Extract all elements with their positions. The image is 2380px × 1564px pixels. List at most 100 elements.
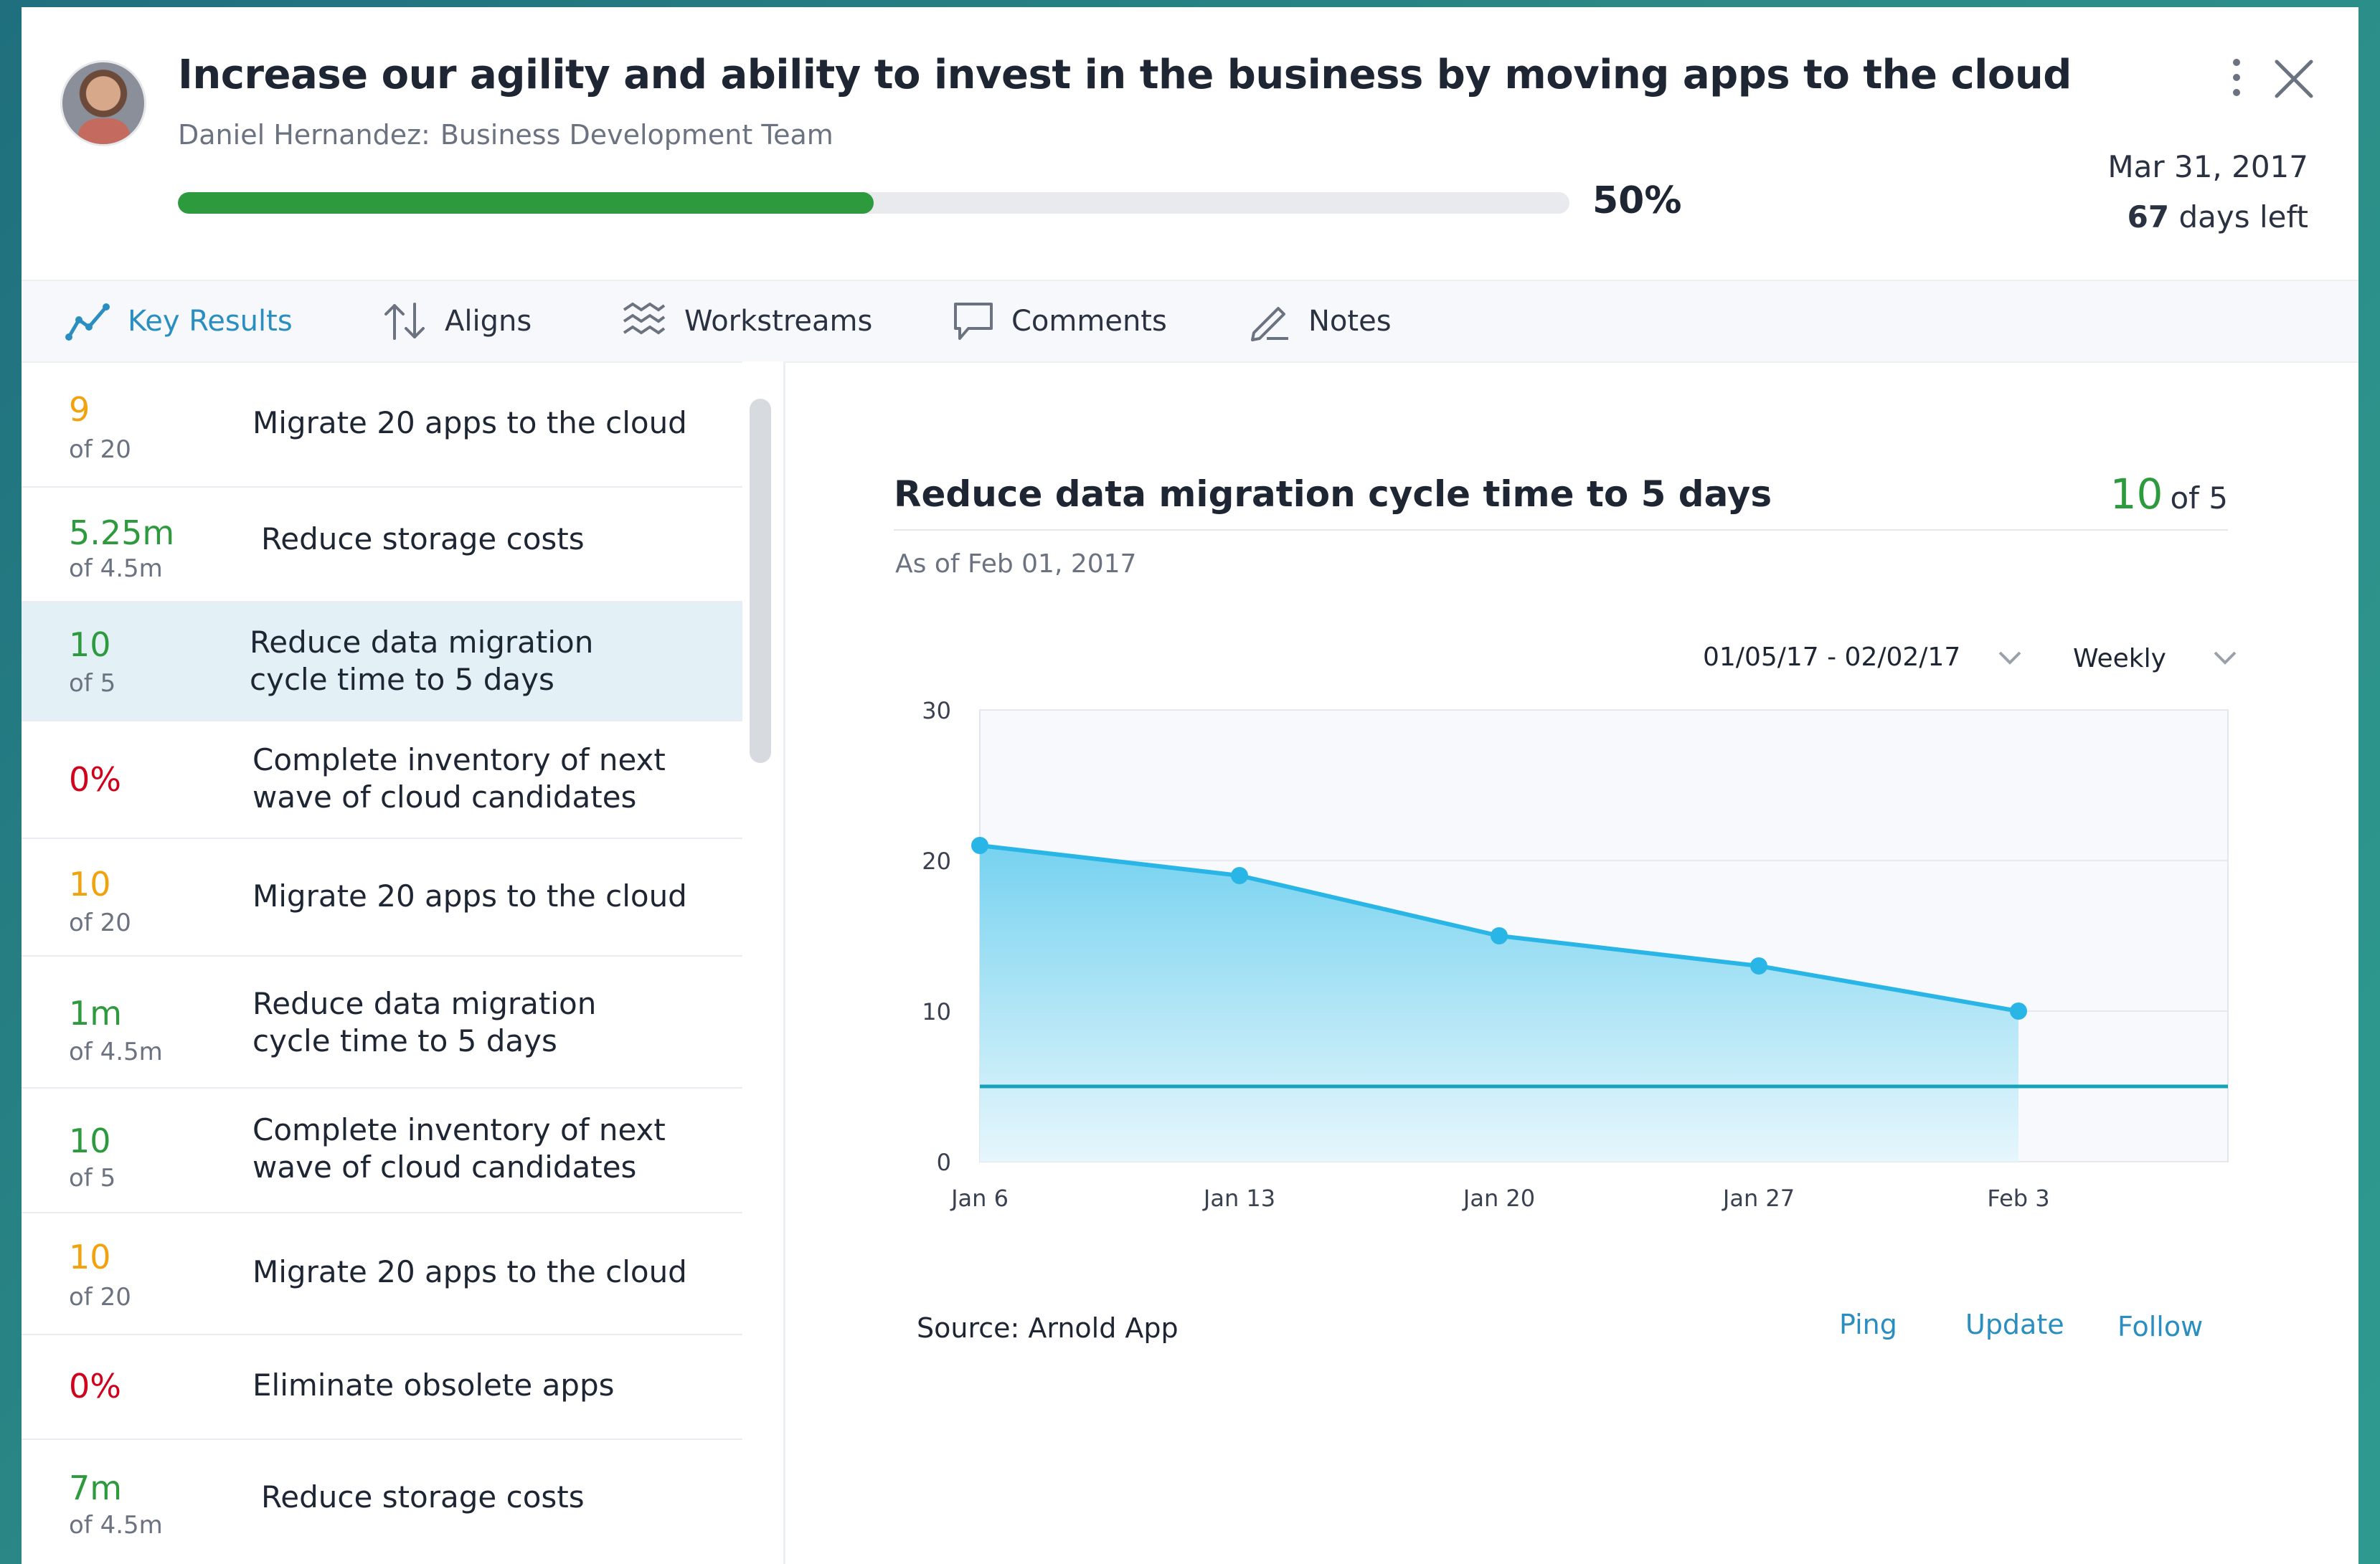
x-tick-label: Jan 27	[1722, 1185, 1795, 1212]
tab-label: Workstreams	[684, 305, 873, 338]
kr-target: of 20	[69, 435, 131, 464]
close-icon[interactable]	[2272, 57, 2315, 100]
kr-label: Reduce data migration cycle time to 5 da…	[250, 625, 594, 697]
kr-value: 0%	[69, 760, 121, 799]
frequency-select[interactable]: Weekly	[2073, 644, 2166, 673]
kr-label: Migrate 20 apps to the cloud	[252, 878, 687, 914]
kr-value: 10	[69, 625, 111, 664]
due-date: Mar 31, 2017	[2107, 149, 2308, 184]
owner-name[interactable]: Daniel Hernandez:	[178, 119, 430, 151]
objective-modal: Increase our agility and ability to inve…	[22, 7, 2358, 1564]
pen-icon	[1251, 307, 1288, 341]
kr-value: 1m	[69, 994, 123, 1033]
date-range-select[interactable]: 01/05/17 - 02/02/17	[1703, 643, 1960, 672]
data-source: Source: Arnold App	[917, 1312, 1179, 1344]
key-result-row[interactable]: 1m of 4.5m Reduce data migration cycle t…	[22, 957, 742, 1089]
key-result-row[interactable]: 7m of 4.5m Reduce storage costs	[22, 1440, 742, 1564]
y-tick-label: 10	[922, 998, 951, 1025]
tab-aligns[interactable]: Aligns	[382, 281, 532, 361]
chevron-down-icon[interactable]	[2211, 647, 2239, 668]
data-point	[971, 837, 988, 854]
y-tick-label: 0	[937, 1149, 951, 1176]
kr-label: Reduce data migration cycle time to 5 da…	[252, 986, 597, 1058]
detail-score-target: of 5	[2170, 480, 2228, 516]
kr-value: 10	[69, 1238, 111, 1276]
speech-bubble-icon	[954, 303, 993, 340]
x-tick-label: Jan 20	[1462, 1185, 1535, 1212]
kr-target: of 20	[69, 1283, 131, 1312]
key-results-list: 9 of 20 Migrate 20 apps to the cloud 5.2…	[22, 361, 742, 1564]
kr-value: 5.25m	[69, 513, 175, 552]
tab-label: Comments	[1011, 305, 1167, 338]
owner-team[interactable]: Business Development Team	[440, 119, 834, 151]
kr-value: 7m	[69, 1469, 123, 1507]
key-result-row-selected[interactable]: 10 of 5 Reduce data migration cycle time…	[22, 602, 742, 721]
kr-label: Reduce storage costs	[261, 1479, 585, 1515]
cycle-time-chart: 0 10 20 30 Jan 6 Jan 13 Jan 20 Jan 27 Feb 3	[922, 697, 2229, 1212]
tab-label: Notes	[1308, 305, 1392, 338]
avatar[interactable]	[60, 60, 146, 146]
kr-value: 10	[69, 865, 111, 904]
detail-divider	[894, 529, 2228, 531]
kr-value: 10	[69, 1122, 111, 1160]
detail-title: Reduce data migration cycle time to 5 da…	[894, 473, 1772, 515]
days-left-count: 67	[2127, 199, 2170, 234]
days-left: 67 days left	[2128, 199, 2308, 234]
x-tick-label: Jan 6	[950, 1185, 1009, 1212]
key-result-row[interactable]: 5.25m of 4.5m Reduce storage costs	[22, 488, 742, 602]
kr-label: Complete inventory of next wave of cloud…	[252, 742, 666, 815]
kr-target: of 5	[69, 1164, 116, 1193]
kr-label: Complete inventory of next wave of cloud…	[252, 1112, 666, 1185]
kr-value: 9	[69, 390, 90, 429]
tab-workstreams[interactable]: Workstreams	[621, 281, 872, 361]
kr-value: 0%	[69, 1367, 121, 1406]
tab-key-results[interactable]: Key Results	[65, 281, 293, 361]
y-tick-label: 20	[922, 848, 951, 875]
key-result-row[interactable]: 10 of 20 Migrate 20 apps to the cloud	[22, 839, 742, 957]
key-result-row[interactable]: 10 of 5 Complete inventory of next wave …	[22, 1089, 742, 1213]
objective-title: Increase our agility and ability to inve…	[178, 52, 2072, 98]
kr-label: Migrate 20 apps to the cloud	[252, 1254, 687, 1289]
kr-target: of 20	[69, 909, 131, 937]
data-point	[1491, 927, 1508, 944]
ping-button[interactable]: Ping	[1839, 1309, 1897, 1340]
kr-label: Reduce storage costs	[261, 521, 585, 556]
kr-target: of 4.5m	[69, 1511, 163, 1540]
kr-target: of 4.5m	[69, 1038, 163, 1066]
kr-label: Migrate 20 apps to the cloud	[252, 405, 687, 440]
objective-progress-bar	[178, 192, 1569, 214]
objective-progress-label: 50%	[1592, 179, 1682, 222]
more-menu-icon[interactable]	[2229, 59, 2244, 99]
data-point	[1231, 867, 1248, 884]
key-result-row[interactable]: 0% Complete inventory of next wave of cl…	[22, 721, 742, 839]
key-result-row[interactable]: 0% Eliminate obsolete apps	[22, 1335, 742, 1440]
detail-score-value: 10	[2110, 470, 2163, 518]
tab-comments[interactable]: Comments	[953, 281, 1167, 361]
objective-progress-fill	[178, 192, 874, 214]
owner-line: Daniel Hernandez: Business Development Te…	[178, 119, 834, 151]
x-tick-label: Jan 13	[1202, 1185, 1275, 1212]
detail-score: 10 of 5	[2110, 470, 2228, 518]
data-point	[1750, 957, 1767, 975]
chevron-down-icon[interactable]	[1996, 647, 2024, 668]
kr-target: of 5	[69, 669, 116, 698]
kr-label: Eliminate obsolete apps	[252, 1368, 615, 1403]
key-result-row[interactable]: 9 of 20 Migrate 20 apps to the cloud	[22, 361, 742, 488]
key-result-row[interactable]: 10 of 20 Migrate 20 apps to the cloud	[22, 1213, 742, 1335]
days-left-text: days left	[2178, 199, 2308, 234]
tab-notes[interactable]: Notes	[1250, 281, 1392, 361]
data-point	[2010, 1003, 2027, 1020]
arrows-up-down-icon	[384, 303, 425, 340]
tab-label: Aligns	[445, 305, 532, 338]
as-of-date: As of Feb 01, 2017	[895, 549, 1137, 579]
follow-button[interactable]: Follow	[2117, 1311, 2203, 1342]
y-tick-label: 30	[922, 697, 951, 724]
tab-label: Key Results	[128, 305, 293, 338]
wavy-lines-icon	[623, 302, 666, 335]
trend-line-icon	[65, 303, 110, 341]
x-tick-label: Feb 3	[1987, 1185, 2049, 1212]
list-scrollbar-thumb[interactable]	[750, 399, 771, 763]
tab-bar: Key Results Aligns Workstreams Comments	[22, 280, 2358, 363]
kr-target: of 4.5m	[69, 554, 163, 583]
update-button[interactable]: Update	[1965, 1309, 2064, 1340]
